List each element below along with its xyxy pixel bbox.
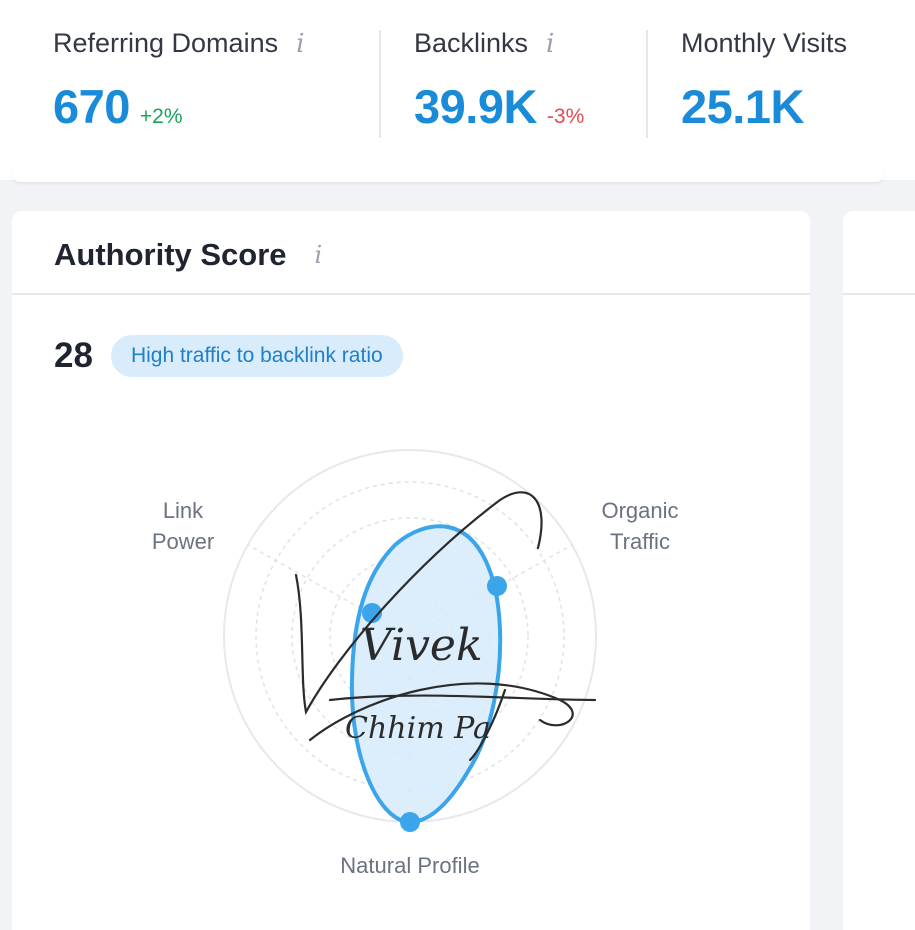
radar-point-organic-traffic[interactable] — [487, 576, 507, 596]
radar-label-natural-profile: Natural Profile — [340, 853, 480, 878]
radar-label-organic-traffic: Organic Traffic — [585, 495, 695, 557]
signature-text-last: Chhim Pa — [345, 711, 491, 746]
axis-label-line: Traffic — [610, 529, 670, 554]
radar-point-natural-profile[interactable] — [400, 812, 420, 832]
radar-label-link-power: Link Power — [133, 495, 233, 557]
radar-value-shape — [349, 524, 503, 825]
axis-label-line: Organic — [601, 498, 679, 523]
signature-text-first: Vivek — [360, 620, 483, 671]
authority-radar-chart: Vivek Chhim Pa — [223, 449, 597, 832]
axis-label-line: Link — [162, 498, 204, 523]
axis-label-line: Power — [151, 529, 215, 554]
